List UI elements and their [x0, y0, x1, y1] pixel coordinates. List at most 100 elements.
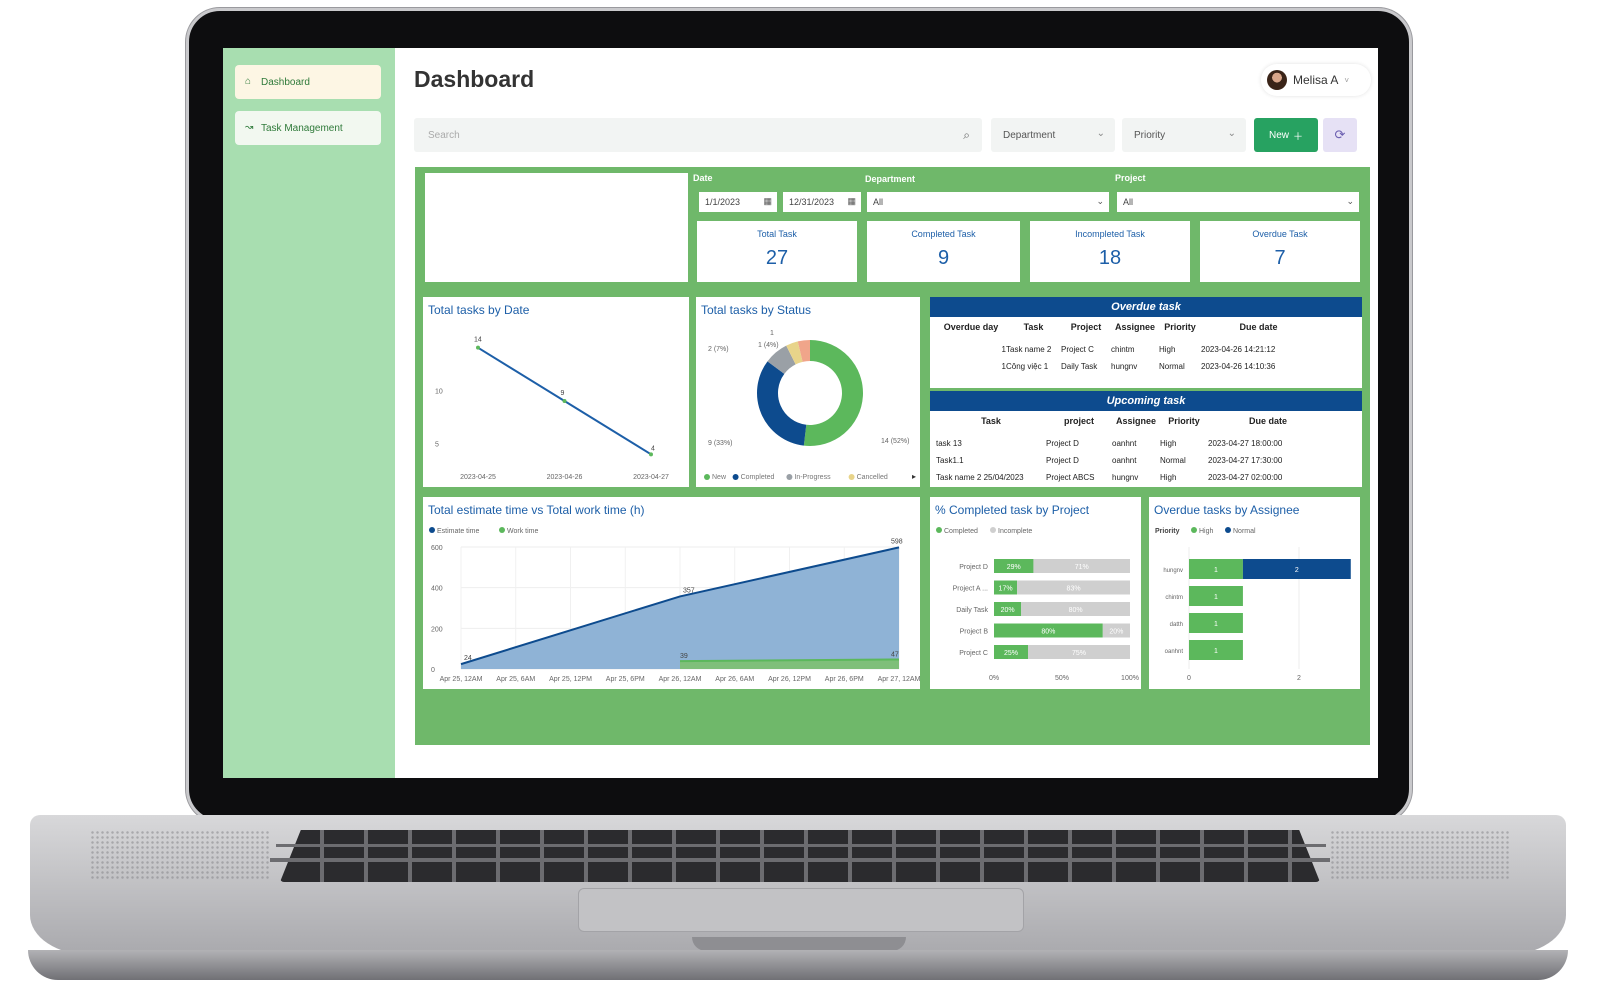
legend-marker — [704, 474, 710, 480]
kpi-title: Incompleted Task — [1075, 229, 1145, 239]
table-cell: 2023-04-26 14:21:12 — [1201, 344, 1276, 354]
table-cell: oanhnt — [1112, 438, 1137, 448]
slice-label: 9 (33%) — [708, 440, 733, 447]
table-row[interactable]: task 13 Project D oanhnt High 2023-04-27 18:… — [936, 435, 1356, 451]
bar-label: 80% — [1069, 607, 1083, 614]
lid-notch — [692, 937, 906, 951]
keyboard-row-divider — [276, 844, 1326, 847]
x-tick-label: 2023-04-26 — [547, 474, 583, 481]
department-filter-select[interactable]: All ⌄ — [867, 192, 1109, 212]
legend-label: Cancelled — [857, 474, 888, 481]
screen: ⌂ Dashboard ↝ Task Management Dashboard … — [223, 48, 1378, 778]
legend-label: Completed — [944, 528, 978, 535]
date-to-value: 12/31/2023 — [789, 197, 835, 207]
table-cell: 1 — [1001, 361, 1006, 371]
column-header[interactable]: Priority — [1159, 322, 1201, 332]
x-tick-label: Apr 26, 12AM — [659, 676, 702, 683]
column-header[interactable]: Assignee — [1111, 322, 1159, 332]
column-header[interactable]: Overdue day — [936, 322, 1006, 332]
bar-label: 83% — [1067, 586, 1081, 593]
x-tick-label: Apr 25, 12AM — [440, 676, 483, 683]
x-tick-label: Apr 25, 12PM — [549, 676, 592, 683]
home-icon: ⌂ — [245, 76, 252, 87]
project-filter-label: Project — [1115, 173, 1146, 183]
table-cell: 2023-04-26 14:10:36 — [1201, 361, 1276, 371]
table-cell: Task name 2 — [1006, 344, 1052, 354]
column-header[interactable]: project — [1046, 416, 1112, 426]
department-select[interactable]: Department ⌄ — [991, 118, 1115, 152]
data-label: 39 — [680, 653, 688, 660]
line-chart-svg: 10 5 2023-04-25 2023-04-26 2023-04-27 14 9 4 — [435, 337, 669, 481]
legend-next-icon: ▸ — [912, 472, 916, 481]
main-content: Dashboard Melisa A ˅ Search ⌕ Department… — [395, 48, 1378, 778]
x-tick-label: Apr 25, 6PM — [606, 676, 645, 683]
date-from-input[interactable]: 1/1/2023 ▦ — [699, 192, 777, 212]
user-name: Melisa A — [1293, 73, 1339, 87]
y-tick-label: 10 — [435, 388, 443, 395]
kpi-title: Completed Task — [911, 229, 976, 239]
project-bar-svg: Completed Incomplete Project D 29% 71% Projec… — [936, 527, 1139, 682]
column-header[interactable]: Task — [936, 416, 1046, 426]
project-filter-value: All — [1123, 197, 1134, 207]
department-filter-label: Department — [865, 174, 916, 184]
project-filter-select[interactable]: All ⌄ — [1117, 192, 1359, 212]
table-cell: chintm — [1111, 344, 1135, 354]
table-cell: Normal — [1160, 455, 1186, 465]
category-label: Project A ... — [953, 586, 988, 593]
kpi-total-task: Total Task 27 — [697, 221, 857, 282]
table-cell: 2023-04-27 17:30:00 — [1208, 455, 1283, 465]
kpi-completed-task: Completed Task 9 — [867, 221, 1020, 282]
legend-marker — [936, 527, 942, 533]
column-header[interactable]: Project — [1061, 322, 1111, 332]
table-cell: Task1.1 — [936, 455, 964, 465]
column-header[interactable]: Assignee — [1112, 416, 1160, 426]
new-button[interactable]: New ＋ — [1254, 118, 1318, 152]
bar-label: 29% — [1007, 564, 1021, 571]
x-tick-label: Apr 26, 12PM — [768, 676, 811, 683]
table-cell: hungnv — [1112, 472, 1139, 482]
priority-select[interactable]: Priority ⌄ — [1122, 118, 1246, 152]
date-to-input[interactable]: 12/31/2023 ▦ — [783, 192, 861, 212]
table-header-row: Task project Assignee Priority Due date — [936, 413, 1356, 429]
table-row[interactable]: Task1.1 Project D oanhnt Normal 2023-04-27 1… — [936, 452, 1356, 468]
chart-estimate-vs-work: Total estimate time vs Total work time (… — [423, 497, 920, 689]
sidebar: ⌂ Dashboard ↝ Task Management — [223, 48, 395, 778]
legend-title: Priority — [1155, 528, 1180, 535]
table-row[interactable]: Task name 2 25/04/2023 Project ABCS hungnv… — [936, 469, 1356, 485]
department-select-label: Department — [1003, 129, 1056, 141]
category-label: hungnv — [1163, 568, 1183, 574]
search-input[interactable]: Search ⌕ — [414, 118, 982, 152]
sidebar-item-dashboard[interactable]: ⌂ Dashboard — [235, 65, 381, 99]
sidebar-item-task-management[interactable]: ↝ Task Management — [235, 111, 381, 145]
table-cell: Task name 2 25/04/2023 — [936, 472, 1024, 482]
page-title: Dashboard — [414, 66, 535, 92]
chevron-down-icon: ⌄ — [1096, 196, 1104, 206]
column-header[interactable]: Due date — [1208, 416, 1328, 426]
column-header[interactable]: Priority — [1160, 416, 1208, 426]
data-label: 47 — [891, 651, 899, 658]
overdue-task-table: Overdue task Overdue day Task Project Assig… — [930, 297, 1362, 388]
column-header[interactable]: Due date — [1201, 322, 1316, 332]
assignee-bar-svg: Priority High Normal 0 2 hungnv 1 2 chintm 1 datth… — [1155, 527, 1351, 682]
chevron-down-icon: ⌄ — [1096, 128, 1105, 139]
category-label: Project C — [959, 650, 988, 657]
slice-label: 1 — [770, 330, 774, 337]
bar-label: 80% — [1041, 629, 1055, 636]
x-tick-label: 100% — [1121, 675, 1139, 682]
user-menu[interactable]: Melisa A ˅ — [1261, 64, 1371, 96]
legend-label: Estimate time — [437, 528, 480, 535]
y-tick-label: 5 — [435, 442, 439, 449]
keyboard — [280, 830, 1320, 882]
table-cell: High — [1160, 438, 1177, 448]
table-header-row: Overdue day Task Project Assignee Priority Du… — [936, 319, 1356, 335]
upcoming-task-table: Upcoming task Task project Assignee Priorit… — [930, 391, 1362, 487]
table-row[interactable]: 1 Công việc 1 Daily Task hungnv Normal 2023-0… — [936, 358, 1356, 374]
refresh-icon: ⟳ — [1334, 127, 1346, 142]
table-cell: Normal — [1159, 361, 1185, 371]
legend-marker — [499, 527, 505, 533]
refresh-button[interactable]: ⟳ — [1323, 118, 1357, 152]
column-header[interactable]: Task — [1006, 322, 1061, 332]
table-row[interactable]: 1 Task name 2 Project C chintm High 2023-04-2… — [936, 341, 1356, 357]
slice-label: 1 (4%) — [758, 342, 779, 349]
x-tick-label: Apr 26, 6AM — [715, 676, 754, 683]
